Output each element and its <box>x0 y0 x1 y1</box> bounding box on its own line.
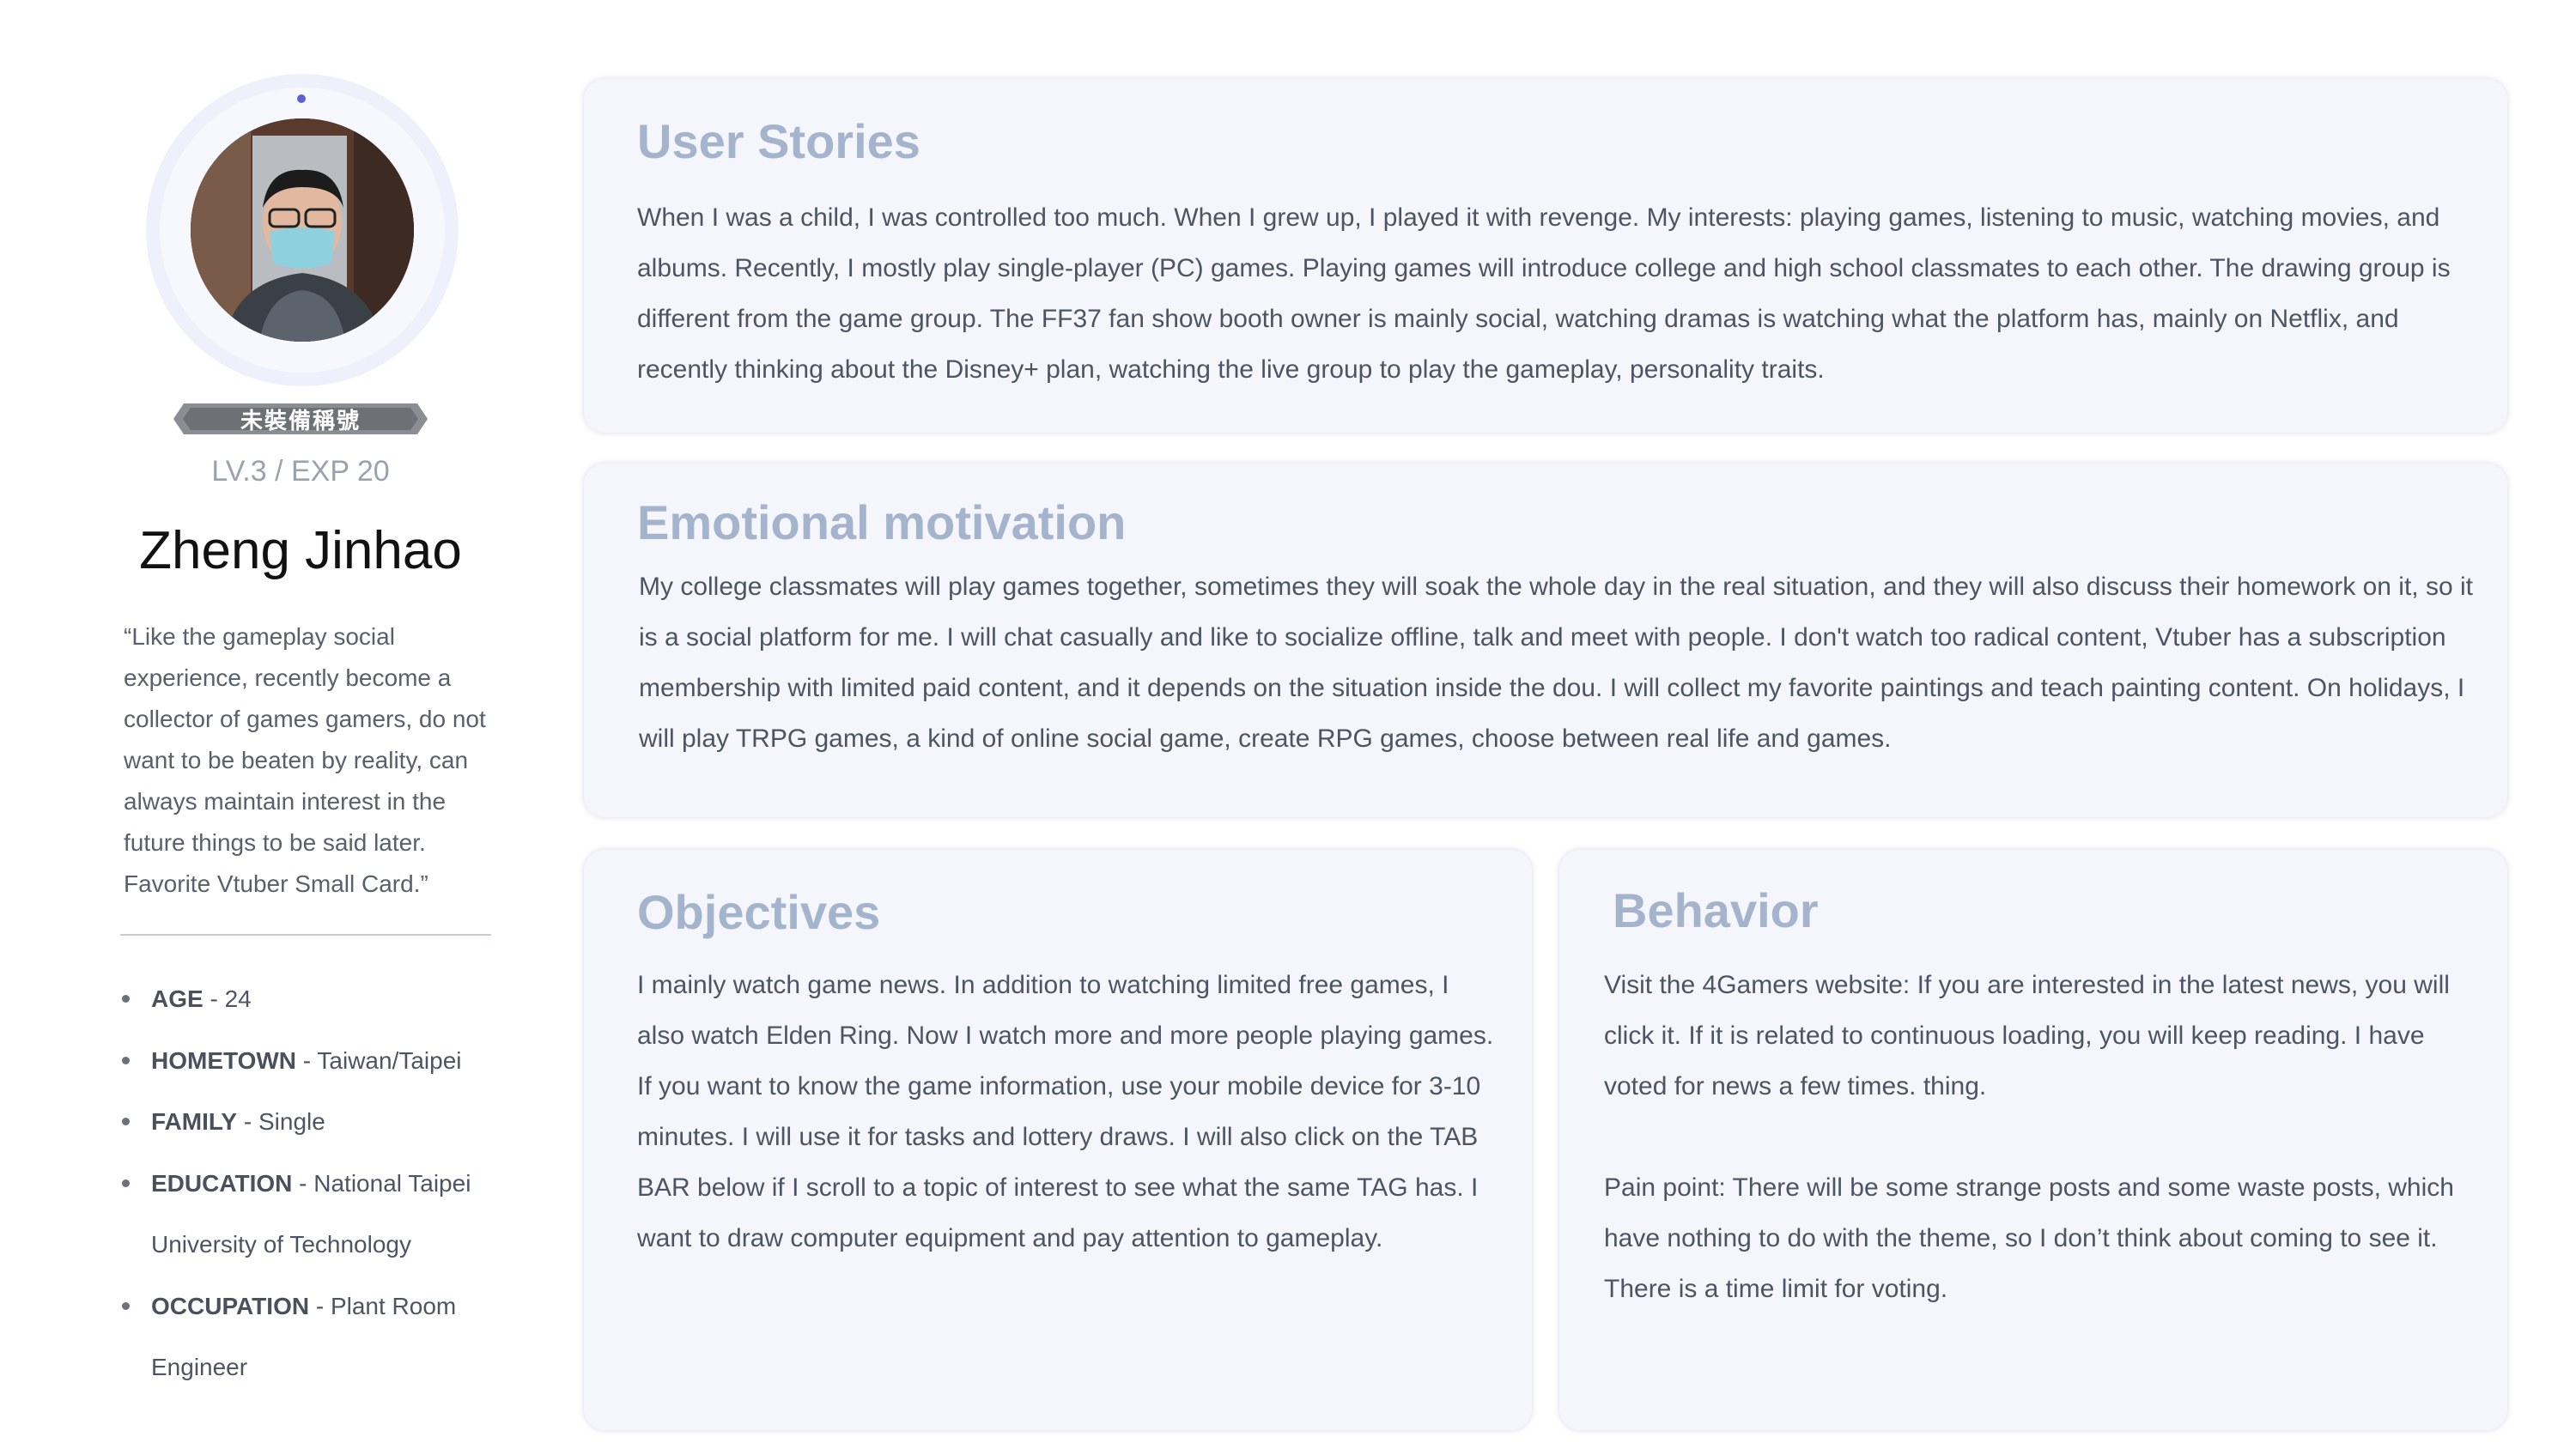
fact-value: - 24 <box>203 985 252 1012</box>
fact-family: FAMILY - Single <box>120 1091 498 1153</box>
card-heading: Objectives <box>637 885 881 939</box>
fact-age: AGE - 24 <box>120 968 498 1030</box>
card-body: I mainly watch game news. In addition to… <box>637 971 1494 1252</box>
card-heading: Behavior <box>1613 883 1819 937</box>
fact-key: HOMETOWN <box>151 1046 297 1074</box>
title-badge: 未裝備稱號 <box>172 402 429 436</box>
card-body: My college classmates will play games to… <box>639 573 2473 753</box>
card-heading: Emotional motivation <box>637 495 1127 549</box>
user-name: Zheng Jinhao <box>139 521 462 580</box>
user-quote: “Like the gameplay social experience, re… <box>124 623 486 897</box>
fact-hometown: HOMETOWN - Taiwan/Taipei <box>120 1030 498 1092</box>
fact-occupation: OCCUPATION - Plant Room Engineer <box>120 1276 498 1398</box>
fact-key: OCCUPATION <box>151 1292 310 1319</box>
avatar-progress-dot <box>297 94 306 103</box>
profile-facts: AGE - 24 HOMETOWN - Taiwan/Taipei FAMILY… <box>120 968 498 1398</box>
fact-key: EDUCATION <box>151 1169 293 1197</box>
card-heading: User Stories <box>637 114 920 168</box>
bullet <box>122 995 130 1003</box>
card-behavior: Behavior Visit the 4Gamers website: If y… <box>1559 850 2507 1430</box>
fact-education: EDUCATION - National Taipei University o… <box>120 1153 498 1276</box>
card-body: When I was a child, I was controlled too… <box>637 203 2451 384</box>
bullet <box>122 1118 130 1125</box>
fact-value: - Taiwan/Taipei <box>296 1046 462 1074</box>
card-body: Visit the 4Gamers website: If you are in… <box>1604 971 2454 1303</box>
avatar <box>191 118 414 342</box>
card-objectives: Objectives I mainly watch game news. In … <box>584 850 1532 1430</box>
bullet <box>122 1179 130 1187</box>
title-badge-label: 未裝備稱號 <box>240 408 361 434</box>
level-exp: LV.3 / EXP 20 <box>211 455 390 488</box>
avatar-photo <box>191 118 414 342</box>
fact-key: AGE <box>151 985 204 1012</box>
fact-key: FAMILY <box>151 1108 238 1135</box>
card-emotional-motivation: Emotional motivation My college classmat… <box>584 464 2507 817</box>
bullet <box>122 1301 130 1310</box>
avatar-frame <box>146 74 459 386</box>
bullet <box>122 1056 130 1064</box>
card-user-stories: User Stories When I was a child, I was c… <box>584 79 2507 433</box>
divider <box>120 934 491 936</box>
fact-value: - Single <box>237 1108 325 1135</box>
